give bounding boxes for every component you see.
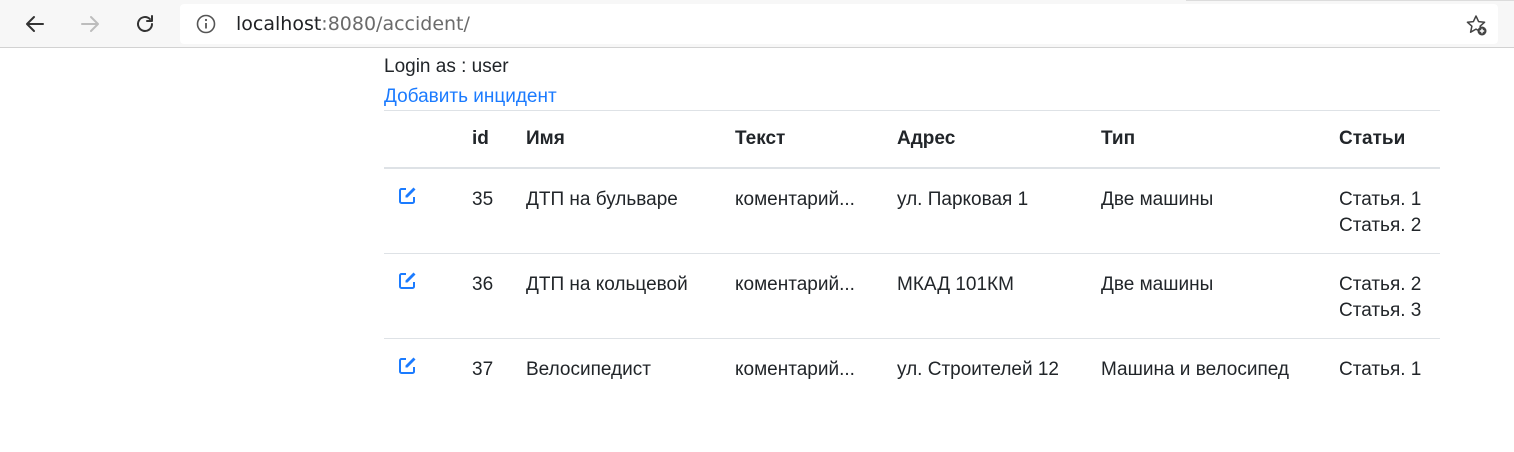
article-item: Статья. 1 [1339,188,1422,210]
header-name: Имя [516,110,725,169]
reload-button[interactable] [129,8,161,40]
cell-articles: Статья. 1 [1329,337,1440,423]
cell-articles: Статья. 1 Статья. 2 [1329,168,1440,254]
reload-icon [137,15,153,32]
cell-name: ДТП на кольцевой [516,252,725,338]
cell-address: ул. Парковая 1 [897,188,1029,210]
url-host: localhost [236,13,322,35]
edit-icon[interactable] [398,355,418,375]
article-item: Статья. 2 [1339,214,1422,236]
article-item: Статья. 3 [1339,299,1422,321]
cell-type: Две машины [1101,188,1214,210]
accidents-table: id Имя Текст Адрес Тип Статьи 35 ДТП на … [384,110,1440,423]
cell-id: 36 [462,252,516,338]
edit-cell [384,252,462,338]
header-edit [384,110,462,169]
cell-text: коментарий... [725,337,887,423]
address-bar[interactable]: localhost:8080/accident/ [180,4,1498,44]
arrow-right-icon [81,16,99,32]
cell-id: 37 [462,337,516,423]
cell-address: МКАД 101КМ [887,252,1091,338]
star-add-icon[interactable] [1464,13,1488,37]
cell-type: Машина и велосипед [1091,337,1329,423]
header-id: id [462,110,516,169]
url-text[interactable]: localhost:8080/accident/ [236,14,470,34]
table-header-row: id Имя Текст Адрес Тип Статьи [384,110,1440,169]
add-incident-link[interactable]: Добавить инцидент [384,87,557,107]
edit-icon[interactable] [398,270,418,290]
header-type: Тип [1091,110,1329,169]
table-row: 36 ДТП на кольцевой коментарий... МКАД 1… [384,252,1440,338]
cell-name: Велосипедист [516,337,725,423]
edit-cell [384,337,462,423]
arrow-left-icon [26,16,44,32]
table-row: 37 Велосипедист коментарий... ул. Строит… [384,337,1440,423]
cell-text: коментарий... [725,252,887,338]
table-row: 35 ДТП на бульваре коментарий... ул. Пар… [384,168,1440,254]
article-item: Статья. 1 [1339,358,1422,380]
back-button[interactable] [19,8,51,40]
url-path: :8080/accident/ [321,13,470,35]
cell-name: ДТП на бульваре [526,188,678,210]
browser-toolbar: localhost:8080/accident/ [0,0,1514,48]
edit-icon[interactable] [398,185,418,205]
header-address: Адрес [887,110,1091,169]
login-status: Login as : user [384,56,509,77]
article-item: Статья. 2 [1339,273,1422,295]
cell-articles: Статья. 2 Статья. 3 [1329,252,1440,338]
cell-type: Две машины [1091,252,1329,338]
info-icon[interactable] [196,14,216,34]
cell-id: 35 [472,188,494,210]
header-articles: Статьи [1329,110,1440,169]
edit-cell [384,168,462,254]
toolbar-divider [1186,0,1514,1]
cell-address: ул. Строителей 12 [887,337,1091,423]
forward-button[interactable] [74,8,106,40]
cell-text: коментарий... [735,188,855,210]
header-text: Текст [725,110,887,169]
